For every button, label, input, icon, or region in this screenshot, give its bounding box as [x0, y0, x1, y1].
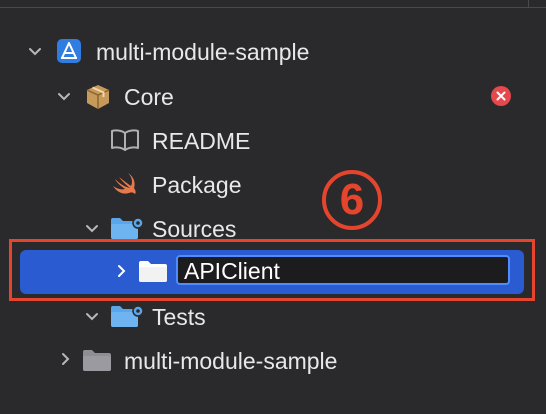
panel-side-divider [528, 0, 529, 8]
package-label: Package [152, 172, 242, 198]
chevron-down-icon[interactable] [84, 309, 100, 325]
chevron-down-icon[interactable] [56, 89, 72, 105]
tree-row-package[interactable]: Package [0, 163, 546, 207]
step-number-badge: 6 [322, 170, 382, 230]
panel-top-divider [0, 7, 546, 8]
folder-label: multi-module-sample [124, 348, 338, 374]
core-label: Core [124, 84, 174, 110]
folder-gear-icon [110, 303, 146, 334]
tests-label: Tests [152, 304, 206, 330]
highlight-box [9, 239, 535, 301]
tree-row-tests[interactable]: Tests [0, 295, 546, 339]
tree-row-project[interactable]: multi-module-sample [0, 30, 546, 74]
error-badge-icon [491, 86, 511, 106]
chevron-right-icon[interactable] [58, 351, 74, 367]
folder-icon [82, 348, 112, 377]
package-icon [84, 83, 112, 116]
tree-row-readme[interactable]: README [0, 119, 546, 163]
tree-row-multi-module-folder[interactable]: multi-module-sample [0, 339, 546, 383]
swift-icon [112, 171, 138, 202]
project-label: multi-module-sample [96, 39, 310, 65]
book-icon [110, 129, 140, 156]
tree-row-core[interactable]: Core [0, 75, 546, 119]
xcode-project-icon [56, 38, 82, 69]
chevron-down-icon[interactable] [27, 44, 43, 60]
readme-label: README [152, 128, 251, 154]
chevron-down-icon[interactable] [84, 221, 100, 237]
